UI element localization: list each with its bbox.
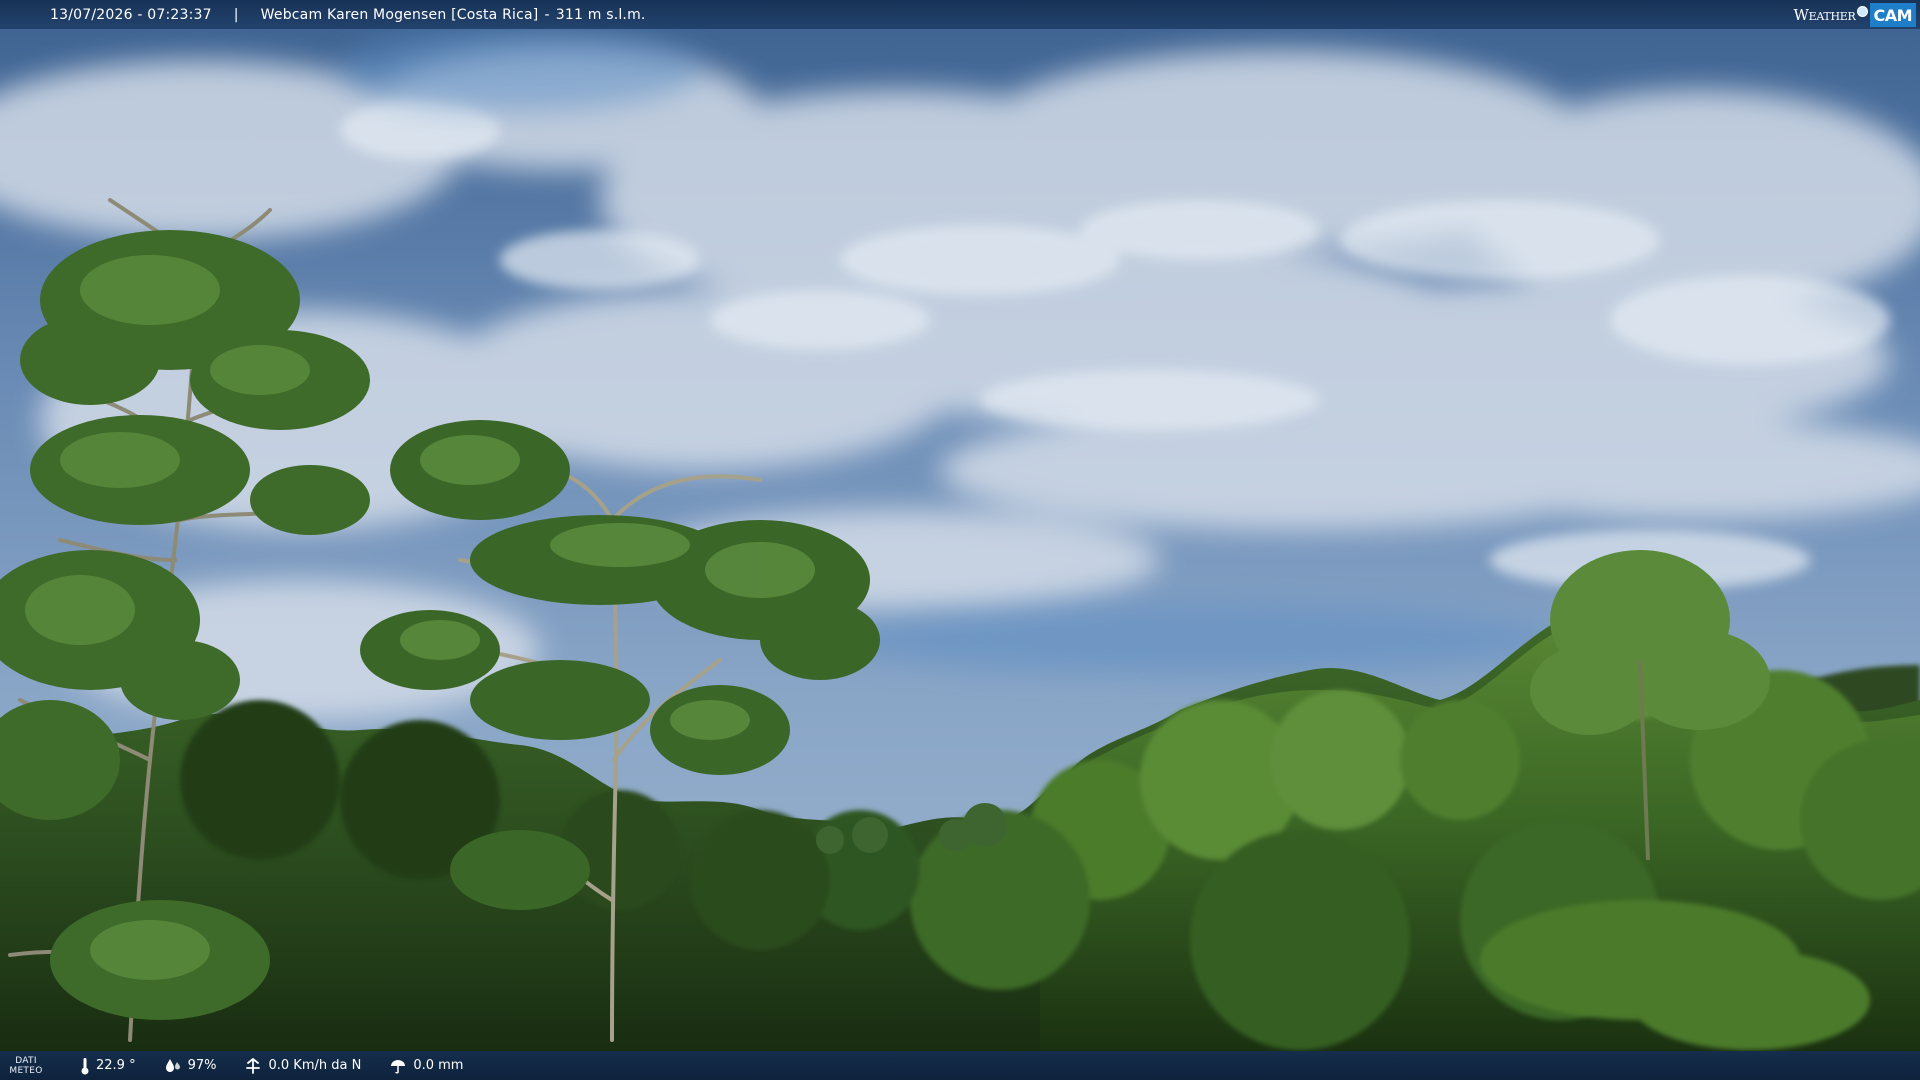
- meteo-data-bar: DATI METEO 22.9 ° 97% 0.0 Km/h da N 0.0 …: [0, 1051, 1920, 1080]
- rain-reading: 0.0 mm: [389, 1058, 463, 1074]
- rain-value: 0.0 mm: [413, 1058, 464, 1073]
- meteo-label: DATI METEO: [0, 1056, 52, 1076]
- brand-weather-text: Weather: [1793, 5, 1856, 24]
- brand-dot-icon: [1857, 6, 1869, 17]
- elevation-separator: -: [544, 6, 550, 23]
- top-info-bar: 13/07/2026 - 07:23:37 | Webcam Karen Mog…: [0, 0, 1920, 29]
- wind-value: 0.0 Km/h da N: [268, 1058, 362, 1073]
- humidity-drop-icon: [164, 1058, 182, 1074]
- humidity-reading: 97%: [164, 1058, 217, 1074]
- elevation-value: 311 m s.l.m.: [555, 6, 646, 23]
- wind-reading: 0.0 Km/h da N: [244, 1057, 361, 1075]
- rain-gauge-icon: [389, 1058, 407, 1074]
- header-separator: |: [233, 6, 239, 23]
- meteo-label-line1: DATI: [15, 1055, 37, 1066]
- temperature-reading: 22.9 °: [80, 1057, 136, 1075]
- weathercam-logo[interactable]: Weather CAM: [1794, 0, 1920, 29]
- capture-datetime: 13/07/2026 - 07:23:37: [50, 6, 212, 23]
- wind-icon: [244, 1057, 262, 1075]
- temperature-value: 22.9 °: [96, 1058, 136, 1073]
- thermometer-icon: [80, 1057, 90, 1075]
- webcam-image: [0, 0, 1920, 1080]
- webcam-location-title: Webcam Karen Mogensen [Costa Rica]: [260, 6, 539, 23]
- webcam-frame: 13/07/2026 - 07:23:37 | Webcam Karen Mog…: [0, 0, 1920, 1080]
- brand-cam-text: CAM: [1870, 2, 1916, 27]
- humidity-value: 97%: [187, 1058, 217, 1073]
- meteo-label-line2: METEO: [9, 1065, 43, 1076]
